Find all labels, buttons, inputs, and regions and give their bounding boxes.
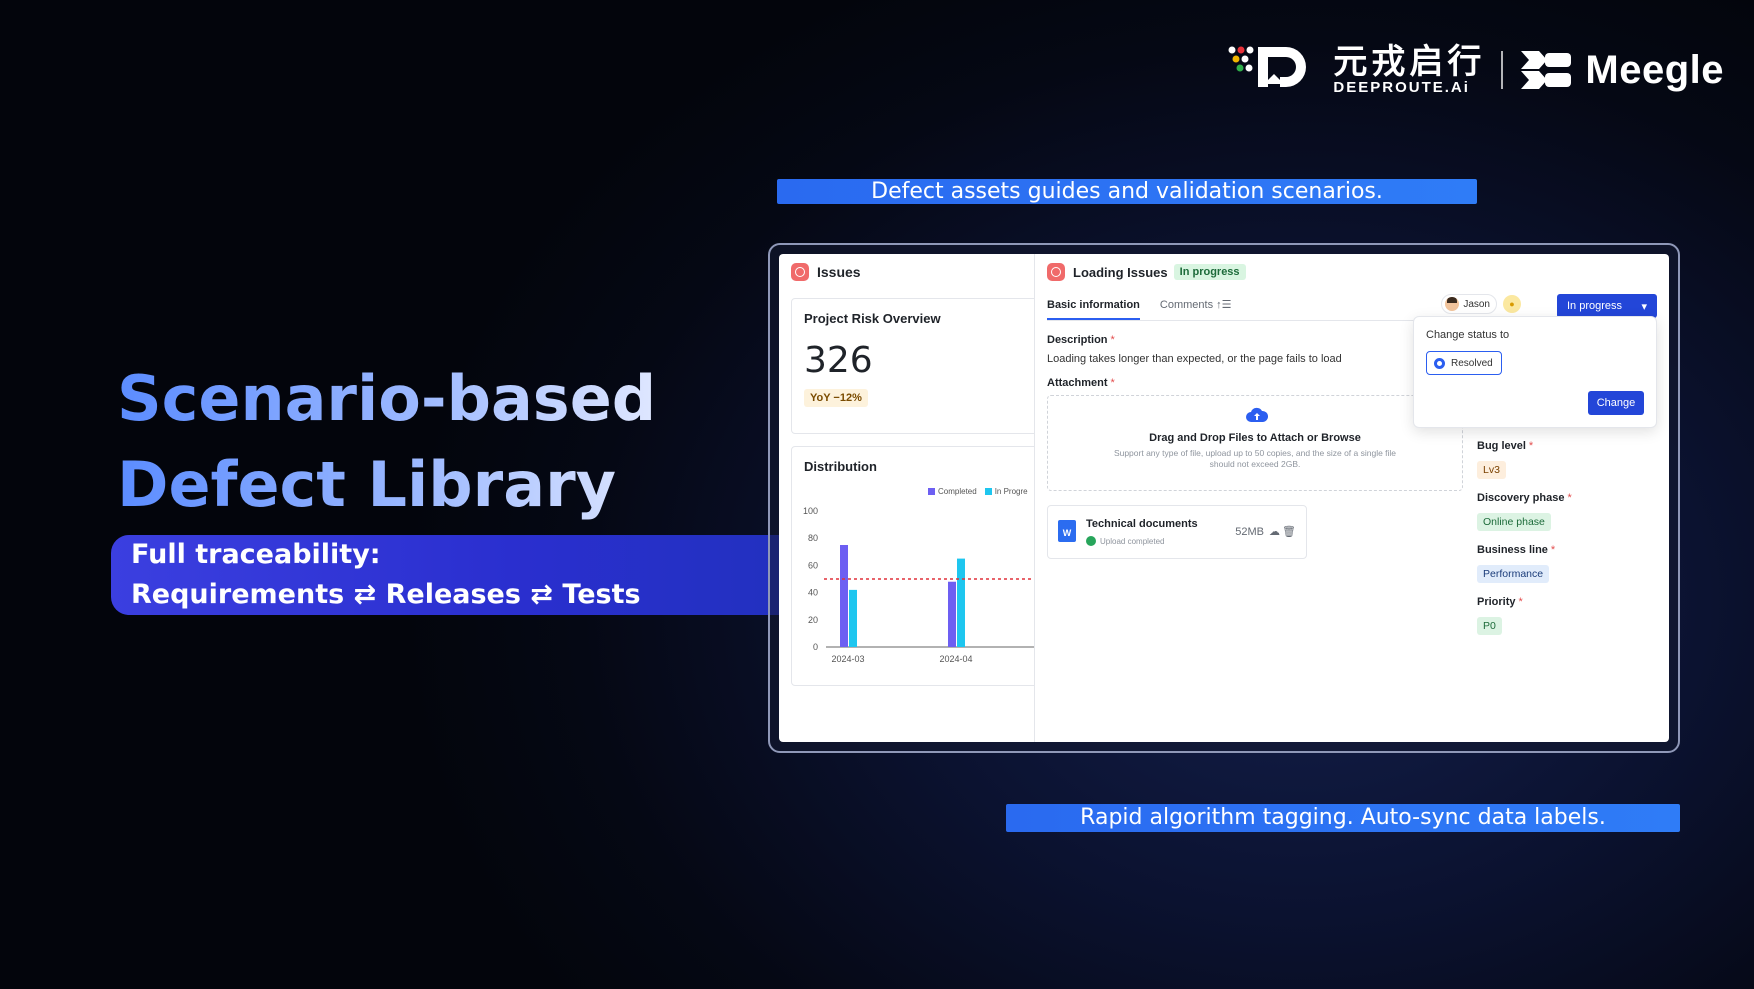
- field-label-bug-level: Bug level *: [1477, 440, 1534, 452]
- file-size: 52MB: [1235, 526, 1264, 538]
- risk-card-title: Project Risk Overview: [804, 311, 941, 326]
- yoy-badge: YoY −12%: [804, 389, 868, 407]
- meegle-text: Meegle: [1585, 47, 1724, 92]
- field-value-business-line[interactable]: Performance: [1477, 565, 1550, 583]
- meegle-logo: Meegle: [1519, 48, 1724, 93]
- avatar: [1445, 297, 1460, 311]
- status-option-label: Resolved: [1451, 357, 1493, 369]
- risk-value: 326: [804, 340, 873, 381]
- issue-icon: [791, 263, 809, 281]
- distribution-title: Distribution: [804, 459, 877, 474]
- chart-legend: Completed In Progre: [928, 487, 1034, 496]
- traceability-line-2: Requirements ⇄ Releases ⇄ Tests: [131, 579, 641, 610]
- deeproute-en-text: DEEPROUTE.Ai: [1333, 79, 1470, 96]
- issues-title: Issues: [817, 264, 861, 280]
- dropzone-subtitle: Support any type of file, upload up to 5…: [1113, 448, 1397, 469]
- status-button-label: In progress: [1567, 300, 1623, 312]
- traceability-banner: Full traceability: Requirements ⇄ Releas…: [111, 535, 779, 615]
- y-tick-label: 60: [808, 560, 818, 570]
- file-status: Upload completed: [1086, 536, 1164, 546]
- radio-selected-icon: [1434, 357, 1445, 369]
- logo-divider: [1501, 51, 1504, 89]
- assignee-pill[interactable]: Jason: [1441, 294, 1497, 314]
- traceability-line-1: Full traceability:: [131, 539, 381, 570]
- word-file-icon: W: [1058, 520, 1076, 542]
- trash-icon[interactable]: 🗑: [1282, 525, 1296, 538]
- headline-line-1: Scenario-based: [117, 356, 656, 442]
- meegle-mark-icon: [1521, 51, 1572, 89]
- popover-title: Change status to: [1426, 329, 1510, 341]
- y-tick-label: 40: [808, 588, 818, 598]
- issue-status-badge: In progress: [1173, 264, 1246, 280]
- x-tick-label: 2024-04: [939, 654, 972, 664]
- distribution-card[interactable]: Distribution Completed In Progre 0 20 40 60…: [791, 446, 1034, 686]
- caption-top: Defect assets guides and validation scen…: [777, 179, 1477, 204]
- distribution-chart: 0 20 40 60 80 100 2024-03 2024-04: [803, 506, 1034, 664]
- check-circle-icon: [1086, 536, 1096, 546]
- status-option-resolved[interactable]: Resolved: [1426, 351, 1502, 375]
- bar-in-progress-2024-03: [849, 589, 857, 647]
- deeproute-cn-text: 元戎启行: [1333, 43, 1486, 81]
- issues-header: Issues: [779, 254, 1034, 290]
- description-label: Description *: [1047, 334, 1115, 346]
- attached-file[interactable]: W Technical documents Upload completed 5…: [1047, 505, 1307, 559]
- description-value[interactable]: Loading takes longer than expected, or t…: [1047, 353, 1387, 365]
- issue-detail-icon: [1047, 263, 1065, 281]
- field-value-bug-level[interactable]: Lv3: [1477, 461, 1506, 479]
- deeproute-mark-icon: [1228, 46, 1307, 87]
- field-label-discovery-phase: Discovery phase *: [1477, 492, 1572, 504]
- bar-completed-2024-04: [948, 581, 956, 647]
- field-label-priority: Priority *: [1477, 596, 1523, 608]
- issue-title: Loading Issues: [1073, 264, 1168, 280]
- cloud-upload-icon: [1246, 407, 1268, 422]
- y-tick-label: 100: [803, 506, 818, 516]
- headline-line-2: Defect Library: [117, 442, 656, 528]
- status-dropdown-button[interactable]: In progress ▾: [1557, 294, 1657, 318]
- risk-card[interactable]: Project Risk Overview 326 YoY −12%: [791, 298, 1034, 434]
- file-dropzone[interactable]: Drag and Drop Files to Attach or Browse …: [1047, 395, 1463, 491]
- assignee-name: Jason: [1463, 298, 1490, 310]
- tab-comments[interactable]: Comments ↑☰: [1160, 290, 1232, 320]
- y-tick-label: 20: [808, 615, 818, 625]
- field-value-priority[interactable]: P0: [1477, 617, 1502, 635]
- bar-completed-2024-03: [840, 545, 848, 647]
- issues-panel: Issues Project Risk Overview 326 YoY −12…: [779, 254, 1035, 742]
- change-button[interactable]: Change: [1588, 391, 1644, 415]
- bell-icon[interactable]: ●: [1503, 295, 1521, 313]
- issue-header: Loading Issues In progress: [1035, 254, 1669, 290]
- tab-divider: [1047, 320, 1457, 321]
- app-window-frame: Issues Project Risk Overview 326 YoY −12…: [768, 243, 1680, 753]
- y-tick-label: 0: [813, 642, 818, 652]
- attachment-label: Attachment *: [1047, 377, 1115, 389]
- file-name: Technical documents: [1086, 518, 1198, 530]
- bar-in-progress-2024-04: [957, 558, 965, 647]
- dropzone-title: Drag and Drop Files to Attach or Browse: [1149, 432, 1361, 444]
- field-value-discovery-phase[interactable]: Online phase: [1477, 513, 1551, 531]
- tab-basic-information[interactable]: Basic information: [1047, 290, 1140, 320]
- legend-in-progress: In Progre: [984, 487, 1028, 496]
- change-status-popover: Change status to Resolved Change: [1413, 316, 1657, 428]
- field-label-business-line: Business line *: [1477, 544, 1556, 556]
- deeproute-logo: 元戎启行 DEEPROUTE.Ai: [1228, 44, 1485, 96]
- y-tick-label: 80: [808, 533, 818, 543]
- logos: 元戎启行 DEEPROUTE.Ai Meegle: [1228, 44, 1724, 96]
- user-area: Jason ●: [1441, 294, 1521, 314]
- headline: Scenario-based Defect Library: [117, 356, 656, 528]
- cloud-icon[interactable]: ☁: [1269, 525, 1280, 538]
- caption-bottom: Rapid algorithm tagging. Auto-sync data …: [1006, 804, 1680, 832]
- caret-down-icon: ▾: [1641, 300, 1647, 313]
- legend-completed: Completed: [928, 487, 977, 496]
- x-tick-label: 2024-03: [831, 654, 864, 664]
- issue-detail-panel: Loading Issues In progress Basic informa…: [1035, 254, 1669, 742]
- app-window: Issues Project Risk Overview 326 YoY −12…: [779, 254, 1669, 742]
